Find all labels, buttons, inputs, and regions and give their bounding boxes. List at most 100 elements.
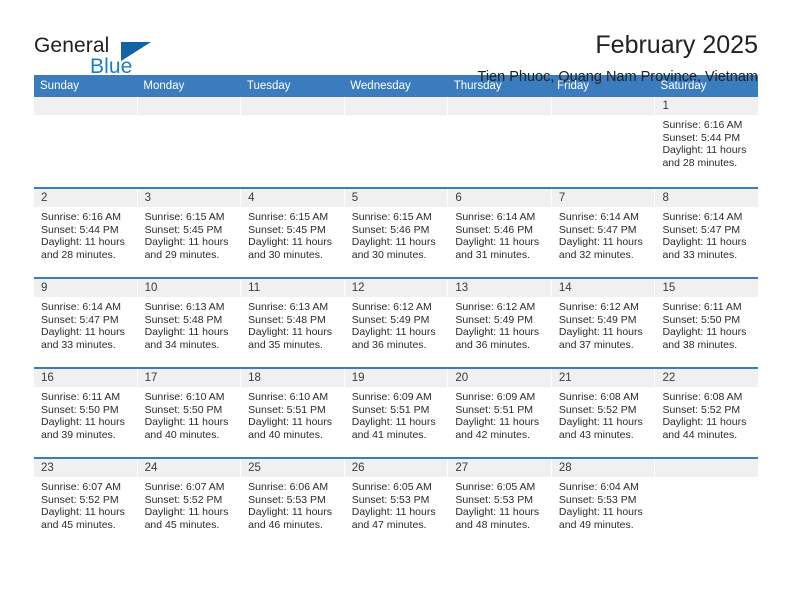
day-cell[interactable]: 14 Sunrise: 6:12 AM Sunset: 5:49 PM Dayligh… bbox=[551, 279, 656, 367]
month-calendar: Sunday Monday Tuesday Wednesday Thursday… bbox=[34, 75, 759, 547]
sunset-text: Sunset: 5:52 PM bbox=[558, 403, 637, 416]
day-number: 16 bbox=[34, 369, 137, 387]
day-number: 1 bbox=[655, 97, 759, 115]
day-details: Sunrise: 6:11 AM Sunset: 5:50 PM Daylight:… bbox=[655, 297, 758, 351]
day-number bbox=[34, 97, 137, 115]
day-cell[interactable]: 28 Sunrise: 6:04 AM Sunset: 5:53 PM Dayligh… bbox=[551, 459, 656, 547]
day-number: 5 bbox=[344, 189, 448, 207]
daylight-text: Daylight: 11 hours and 44 minutes. bbox=[662, 416, 747, 441]
day-details: Sunrise: 6:12 AM Sunset: 5:49 PM Daylight:… bbox=[448, 297, 551, 351]
day-cell[interactable]: 19 Sunrise: 6:09 AM Sunset: 5:51 PM Dayligh… bbox=[344, 369, 449, 457]
daylight-text: Daylight: 11 hours and 33 minutes. bbox=[41, 326, 125, 351]
day-cell[interactable]: 9 Sunrise: 6:14 AM Sunset: 5:47 PM Daylight… bbox=[34, 279, 138, 367]
day-details: Sunrise: 6:07 AM Sunset: 5:52 PM Daylight:… bbox=[138, 477, 241, 531]
sunset-text: Sunset: 5:51 PM bbox=[455, 403, 533, 416]
day-details: Sunrise: 6:16 AM Sunset: 5:44 PM Daylight:… bbox=[655, 115, 758, 169]
day-details: Sunrise: 6:15 AM Sunset: 5:45 PM Daylight:… bbox=[138, 207, 241, 261]
day-details: Sunrise: 6:05 AM Sunset: 5:53 PM Daylight:… bbox=[448, 477, 551, 531]
sunset-text: Sunset: 5:48 PM bbox=[144, 313, 223, 326]
sunset-text: Sunset: 5:49 PM bbox=[351, 313, 430, 326]
day-cell[interactable]: 10 Sunrise: 6:13 AM Sunset: 5:48 PM Dayligh… bbox=[137, 279, 242, 367]
daylight-text: Daylight: 11 hours and 29 minutes. bbox=[144, 236, 229, 261]
sunset-text: Sunset: 5:53 PM bbox=[248, 493, 326, 506]
sunrise-text: Sunrise: 6:15 AM bbox=[351, 211, 432, 223]
day-cell[interactable]: 6 Sunrise: 6:14 AM Sunset: 5:46 PM Daylight… bbox=[448, 189, 552, 277]
day-cell[interactable]: 1 Sunrise: 6:16 AM Sunset: 5:44 PM Daylight… bbox=[655, 97, 759, 187]
sunset-text: Sunset: 5:47 PM bbox=[41, 313, 119, 326]
day-number: 13 bbox=[448, 279, 551, 297]
day-cell[interactable]: 7 Sunrise: 6:14 AM Sunset: 5:47 PM Daylight… bbox=[551, 189, 656, 277]
day-details: Sunrise: 6:14 AM Sunset: 5:46 PM Daylight:… bbox=[448, 207, 551, 261]
day-number: 21 bbox=[551, 369, 655, 387]
day-number bbox=[448, 97, 551, 115]
sunrise-text: Sunrise: 6:10 AM bbox=[248, 391, 329, 403]
sunrise-text: Sunrise: 6:13 AM bbox=[144, 301, 225, 313]
day-details: Sunrise: 6:14 AM Sunset: 5:47 PM Daylight:… bbox=[34, 297, 137, 351]
daylight-text: Daylight: 11 hours and 49 minutes. bbox=[558, 506, 643, 531]
sunset-text: Sunset: 5:50 PM bbox=[662, 313, 741, 326]
day-number: 15 bbox=[655, 279, 759, 297]
day-details: Sunrise: 6:15 AM Sunset: 5:45 PM Daylight:… bbox=[241, 207, 344, 261]
sunset-text: Sunset: 5:51 PM bbox=[351, 403, 430, 416]
day-cell-empty bbox=[34, 97, 138, 187]
day-cell[interactable]: 17 Sunrise: 6:10 AM Sunset: 5:50 PM Dayligh… bbox=[137, 369, 242, 457]
day-number: 24 bbox=[137, 459, 241, 477]
day-cell[interactable]: 8 Sunrise: 6:14 AM Sunset: 5:47 PM Daylight… bbox=[655, 189, 759, 277]
day-cell[interactable]: 3 Sunrise: 6:15 AM Sunset: 5:45 PM Daylight… bbox=[137, 189, 242, 277]
logo-word-blue: Blue bbox=[90, 55, 133, 78]
sunrise-text: Sunrise: 6:04 AM bbox=[558, 481, 639, 493]
day-details: Sunrise: 6:06 AM Sunset: 5:53 PM Daylight:… bbox=[241, 477, 344, 531]
day-cell[interactable]: 20 Sunrise: 6:09 AM Sunset: 5:51 PM Dayligh… bbox=[448, 369, 552, 457]
day-cell[interactable]: 5 Sunrise: 6:15 AM Sunset: 5:46 PM Daylight… bbox=[344, 189, 449, 277]
day-number: 2 bbox=[34, 189, 137, 207]
day-details: Sunrise: 6:14 AM Sunset: 5:47 PM Daylight:… bbox=[655, 207, 758, 261]
week-row: 2 Sunrise: 6:16 AM Sunset: 5:44 PM Daylight… bbox=[34, 187, 759, 277]
sunset-text: Sunset: 5:45 PM bbox=[144, 223, 223, 236]
day-cell[interactable]: 21 Sunrise: 6:08 AM Sunset: 5:52 PM Dayligh… bbox=[551, 369, 656, 457]
sunrise-text: Sunrise: 6:09 AM bbox=[455, 391, 536, 403]
daylight-text: Daylight: 11 hours and 42 minutes. bbox=[455, 416, 540, 441]
day-cell[interactable]: 4 Sunrise: 6:15 AM Sunset: 5:45 PM Daylight… bbox=[241, 189, 345, 277]
day-cell[interactable]: 18 Sunrise: 6:10 AM Sunset: 5:51 PM Dayligh… bbox=[241, 369, 345, 457]
sunrise-text: Sunrise: 6:12 AM bbox=[455, 301, 536, 313]
daylight-text: Daylight: 11 hours and 30 minutes. bbox=[248, 236, 333, 261]
day-number: 4 bbox=[241, 189, 344, 207]
daylight-text: Daylight: 11 hours and 45 minutes. bbox=[41, 506, 125, 531]
day-cell[interactable]: 2 Sunrise: 6:16 AM Sunset: 5:44 PM Daylight… bbox=[34, 189, 138, 277]
day-cell[interactable]: 16 Sunrise: 6:11 AM Sunset: 5:50 PM Dayligh… bbox=[34, 369, 138, 457]
general-blue-logo[interactable]: General Blue bbox=[34, 30, 164, 82]
day-details: Sunrise: 6:09 AM Sunset: 5:51 PM Daylight:… bbox=[448, 387, 551, 441]
day-details: Sunrise: 6:14 AM Sunset: 5:47 PM Daylight:… bbox=[552, 207, 655, 261]
sunrise-text: Sunrise: 6:08 AM bbox=[558, 391, 639, 403]
day-cell-empty bbox=[344, 97, 449, 187]
day-cell-empty bbox=[655, 459, 759, 547]
sunrise-text: Sunrise: 6:08 AM bbox=[662, 391, 743, 403]
daylight-text: Daylight: 11 hours and 33 minutes. bbox=[662, 236, 747, 261]
day-details: Sunrise: 6:10 AM Sunset: 5:51 PM Daylight:… bbox=[241, 387, 344, 441]
day-details: Sunrise: 6:08 AM Sunset: 5:52 PM Daylight:… bbox=[552, 387, 655, 441]
weeks-container: 1 Sunrise: 6:16 AM Sunset: 5:44 PM Daylight… bbox=[34, 97, 759, 547]
day-cell[interactable]: 11 Sunrise: 6:13 AM Sunset: 5:48 PM Dayligh… bbox=[241, 279, 345, 367]
day-cell[interactable]: 27 Sunrise: 6:05 AM Sunset: 5:53 PM Dayligh… bbox=[448, 459, 552, 547]
calendar-page: General Blue February 2025 Tien Phuoc, Q… bbox=[0, 0, 792, 612]
day-cell[interactable]: 24 Sunrise: 6:07 AM Sunset: 5:52 PM Dayligh… bbox=[137, 459, 242, 547]
day-cell[interactable]: 23 Sunrise: 6:07 AM Sunset: 5:52 PM Dayligh… bbox=[34, 459, 138, 547]
daylight-text: Daylight: 11 hours and 41 minutes. bbox=[351, 416, 436, 441]
daylight-text: Daylight: 11 hours and 28 minutes. bbox=[662, 144, 747, 169]
sunrise-text: Sunrise: 6:12 AM bbox=[351, 301, 432, 313]
day-cell[interactable]: 26 Sunrise: 6:05 AM Sunset: 5:53 PM Dayligh… bbox=[344, 459, 449, 547]
day-number: 18 bbox=[241, 369, 344, 387]
sunset-text: Sunset: 5:47 PM bbox=[558, 223, 637, 236]
day-cell[interactable]: 15 Sunrise: 6:11 AM Sunset: 5:50 PM Dayligh… bbox=[655, 279, 759, 367]
day-cell[interactable]: 13 Sunrise: 6:12 AM Sunset: 5:49 PM Dayligh… bbox=[448, 279, 552, 367]
day-details: Sunrise: 6:13 AM Sunset: 5:48 PM Daylight:… bbox=[241, 297, 344, 351]
day-cell[interactable]: 22 Sunrise: 6:08 AM Sunset: 5:52 PM Dayligh… bbox=[655, 369, 759, 457]
day-cell[interactable]: 25 Sunrise: 6:06 AM Sunset: 5:53 PM Dayligh… bbox=[241, 459, 345, 547]
sunset-text: Sunset: 5:46 PM bbox=[455, 223, 533, 236]
day-details: Sunrise: 6:12 AM Sunset: 5:49 PM Daylight:… bbox=[345, 297, 448, 351]
sunrise-text: Sunrise: 6:15 AM bbox=[144, 211, 225, 223]
sunrise-text: Sunrise: 6:14 AM bbox=[41, 301, 121, 313]
day-cell[interactable]: 12 Sunrise: 6:12 AM Sunset: 5:49 PM Dayligh… bbox=[344, 279, 449, 367]
day-number: 22 bbox=[655, 369, 759, 387]
daylight-text: Daylight: 11 hours and 43 minutes. bbox=[558, 416, 643, 441]
